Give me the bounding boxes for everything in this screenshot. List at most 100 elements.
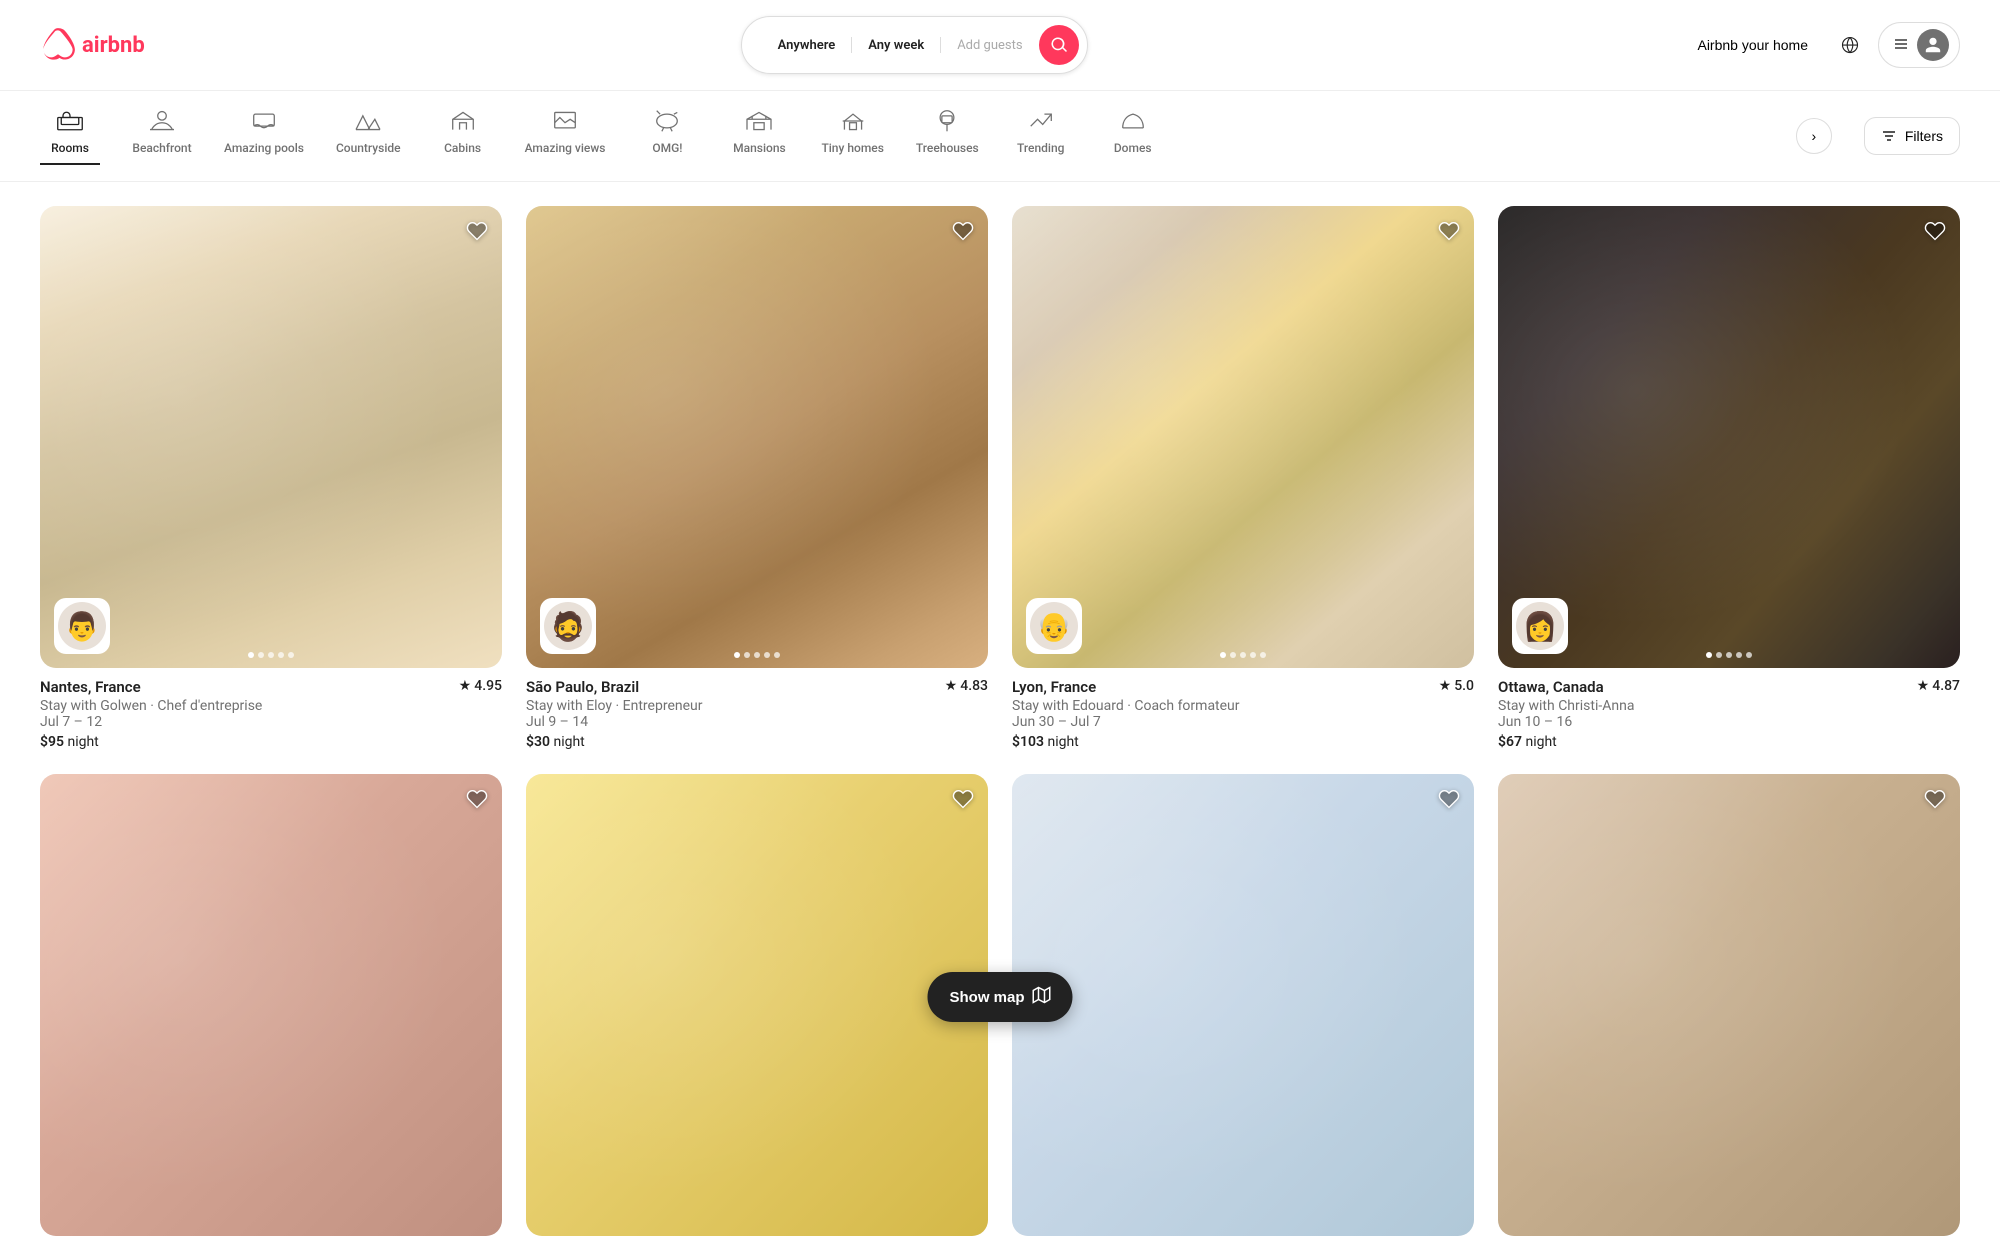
dot [248, 652, 254, 658]
listing-info: Nantes, France ★ 4.95 Stay with Golwen ·… [40, 668, 502, 750]
listing-info: Ottawa, Canada ★ 4.87 Stay with Christi-… [1498, 668, 1960, 750]
listing-dates: Jun 10 – 16 [1498, 714, 1960, 730]
search-week[interactable]: Any week [852, 37, 941, 53]
listing-card-saopaulo[interactable]: 🧔 São Paulo, Brazil ★ 4.83 Stay with Elo… [526, 206, 988, 750]
category-icon-countryside [354, 107, 382, 135]
category-item-amazing-views[interactable]: Amazing views [525, 107, 606, 165]
listing-price: $30 night [526, 734, 988, 750]
filters-button[interactable]: Filters [1864, 117, 1960, 155]
category-label-tiny-homes: Tiny homes [821, 141, 883, 155]
category-label-mansions: Mansions [733, 141, 786, 155]
star-icon: ★ [459, 678, 472, 694]
rating-value: 4.95 [474, 678, 502, 694]
category-icon-beachfront [148, 107, 176, 135]
map-icon [1033, 986, 1051, 1008]
image-dots [248, 652, 294, 658]
category-icon-trending [1027, 107, 1055, 135]
category-icon-amazing-views [551, 107, 579, 135]
listing-image [1498, 774, 1960, 1236]
listing-card-partial4[interactable] [1498, 774, 1960, 1236]
logo[interactable]: airbnb [40, 27, 145, 63]
host-button[interactable]: Airbnb your home [1683, 27, 1822, 63]
category-item-rooms[interactable]: Rooms [40, 107, 100, 165]
image-dots [734, 652, 780, 658]
right-nav: Airbnb your home [1683, 22, 1960, 68]
star-icon: ★ [945, 678, 958, 694]
category-label-cabins: Cabins [444, 141, 481, 155]
listing-card-partial3[interactable] [1012, 774, 1474, 1236]
search-guests[interactable]: Add guests [941, 38, 1038, 53]
listing-subtitle: Stay with Edouard · Coach formateur [1012, 698, 1474, 714]
category-item-amazing-pools[interactable]: Amazing pools [224, 107, 304, 165]
category-item-treehouses[interactable]: Treehouses [916, 107, 979, 165]
listing-dates: Jun 30 – Jul 7 [1012, 714, 1474, 730]
listing-header: Lyon, France ★ 5.0 [1012, 678, 1474, 696]
category-item-omg[interactable]: OMG! [637, 107, 697, 165]
category-icon-cabins [449, 107, 477, 135]
show-map-button[interactable]: Show map [927, 972, 1072, 1022]
category-label-trending: Trending [1017, 141, 1064, 155]
listing-location: Nantes, France [40, 678, 141, 696]
listing-image-container [1012, 774, 1474, 1236]
listing-rating: ★ 4.95 [459, 678, 502, 694]
category-item-tiny-homes[interactable]: Tiny homes [821, 107, 883, 165]
wishlist-button[interactable] [1924, 220, 1946, 248]
listing-card-ottawa[interactable]: 👩 Ottawa, Canada ★ 4.87 Stay with Christ… [1498, 206, 1960, 750]
listing-card-partial2[interactable] [526, 774, 988, 1236]
search-location[interactable]: Anywhere [762, 37, 853, 53]
wishlist-button[interactable] [466, 220, 488, 248]
category-item-countryside[interactable]: Countryside [336, 107, 401, 165]
listing-header: Nantes, France ★ 4.95 [40, 678, 502, 696]
category-item-trending[interactable]: Trending [1011, 107, 1071, 165]
host-badge: 🧔 [540, 598, 596, 654]
listing-image-container [40, 774, 502, 1236]
category-item-cabins[interactable]: Cabins [433, 107, 493, 165]
listing-subtitle: Stay with Christi-Anna [1498, 698, 1960, 714]
dot [288, 652, 294, 658]
profile-menu-button[interactable] [1878, 22, 1960, 68]
logo-text: airbnb [82, 33, 145, 58]
dot [744, 652, 750, 658]
wishlist-button[interactable] [1438, 220, 1460, 248]
dot [734, 652, 740, 658]
listing-rating: ★ 4.83 [945, 678, 988, 694]
listing-dates: Jul 7 – 12 [40, 714, 502, 730]
category-label-countryside: Countryside [336, 141, 401, 155]
filters-label: Filters [1905, 128, 1943, 144]
globe-button[interactable] [1830, 25, 1870, 65]
dot [1250, 652, 1256, 658]
wishlist-button[interactable] [952, 788, 974, 816]
listing-card-lyon[interactable]: 👴 Lyon, France ★ 5.0 Stay with Edouard ·… [1012, 206, 1474, 750]
host-badge: 👨 [54, 598, 110, 654]
category-item-domes[interactable]: Domes [1103, 107, 1163, 165]
category-label-beachfront: Beachfront [132, 141, 191, 155]
wishlist-button[interactable] [1438, 788, 1460, 816]
category-icon-amazing-pools [250, 107, 278, 135]
listing-image [40, 206, 502, 668]
listing-card-partial1[interactable] [40, 774, 502, 1236]
search-button[interactable] [1039, 25, 1079, 65]
listing-card-nantes[interactable]: 👨 Nantes, France ★ 4.95 Stay with Golwen… [40, 206, 502, 750]
wishlist-button[interactable] [1924, 788, 1946, 816]
host-badge: 👴 [1026, 598, 1082, 654]
category-label-domes: Domes [1114, 141, 1152, 155]
category-icon-rooms [56, 107, 84, 135]
rating-value: 4.83 [960, 678, 988, 694]
star-icon: ★ [1439, 678, 1452, 694]
category-item-beachfront[interactable]: Beachfront [132, 107, 192, 165]
listing-image-container: 🧔 [526, 206, 988, 668]
dot [258, 652, 264, 658]
category-label-treehouses: Treehouses [916, 141, 979, 155]
search-bar[interactable]: Anywhere Any week Add guests [741, 16, 1088, 74]
category-nav-next-button[interactable]: › [1796, 118, 1832, 154]
listing-dates: Jul 9 – 14 [526, 714, 988, 730]
listing-price: $95 night [40, 734, 502, 750]
wishlist-button[interactable] [952, 220, 974, 248]
wishlist-button[interactable] [466, 788, 488, 816]
dot [1240, 652, 1246, 658]
listing-image-container [526, 774, 988, 1236]
listing-image-container: 👩 [1498, 206, 1960, 668]
listing-price: $103 night [1012, 734, 1474, 750]
category-item-mansions[interactable]: Mansions [729, 107, 789, 165]
listing-image [1498, 206, 1960, 668]
